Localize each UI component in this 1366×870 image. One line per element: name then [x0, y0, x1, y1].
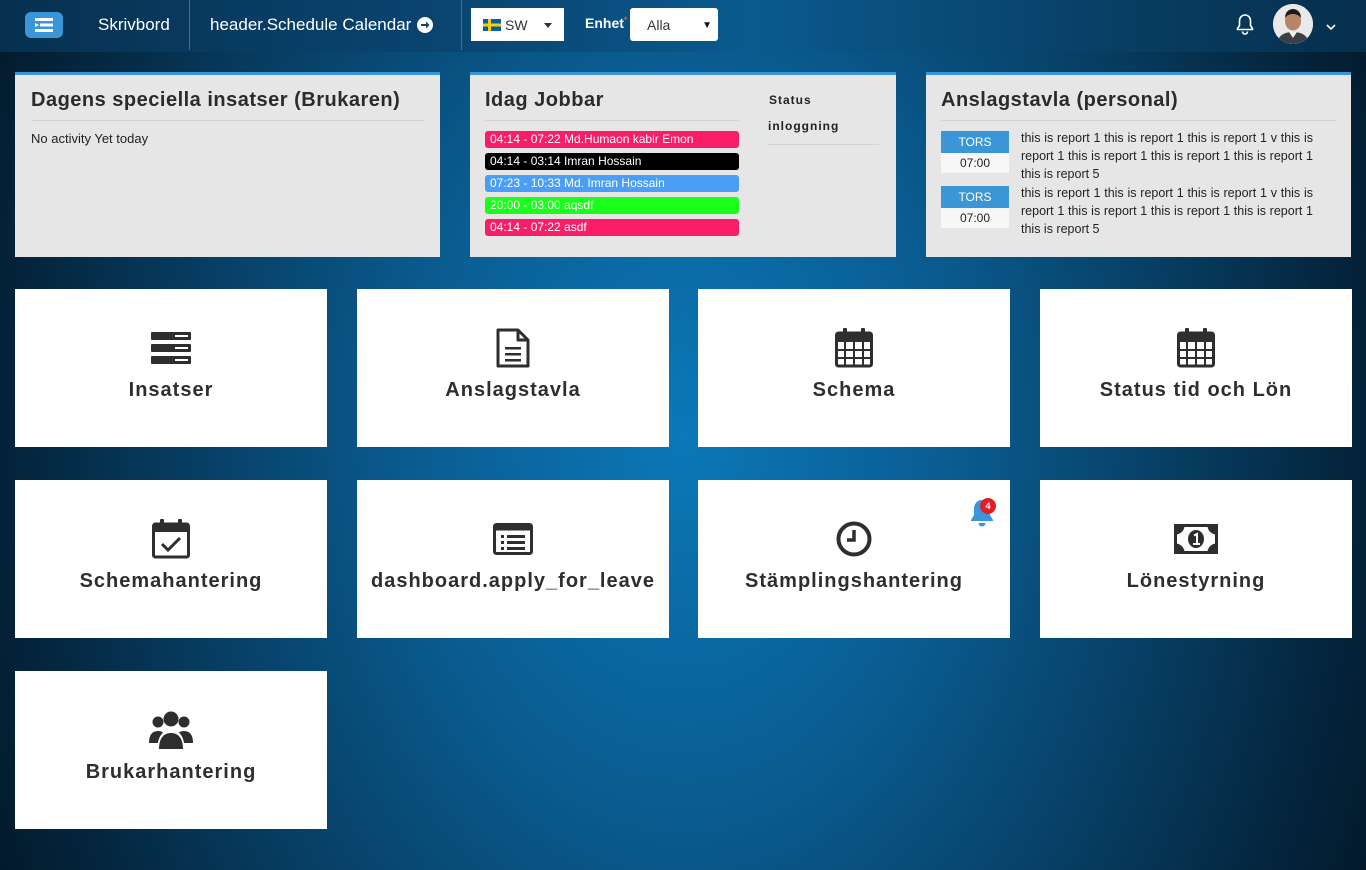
money-bill-icon	[1174, 524, 1218, 554]
clock-icon	[836, 521, 872, 557]
tile-label: dashboard.apply_for_leave	[371, 570, 655, 593]
tile-label: Schema	[813, 379, 896, 402]
chevron-down-icon	[544, 23, 552, 28]
notice-day: TORS	[941, 131, 1009, 153]
document-icon	[496, 328, 530, 368]
menu-toggle-button[interactable]	[25, 12, 63, 38]
notice-time: 07:00	[941, 208, 1009, 228]
menu-icon	[33, 17, 55, 33]
status-subheader: inloggning	[768, 119, 879, 145]
tile-label: Lönestyrning	[1127, 570, 1266, 593]
status-header: Status	[768, 93, 879, 107]
notification-indicator[interactable]: 4	[966, 496, 998, 533]
notice-text: this is report 1 this is report 1 this i…	[1021, 129, 1313, 183]
tile-label: Stämplingshantering	[745, 570, 963, 593]
notifications-button[interactable]	[1235, 13, 1255, 40]
header-divider	[461, 0, 462, 50]
notice-day: TORS	[941, 186, 1009, 208]
tile-label: Insatser	[129, 379, 214, 402]
calendar-icon	[1177, 328, 1215, 368]
server-list-icon	[151, 332, 191, 364]
notice-time: 07:00	[941, 153, 1009, 173]
working-today-panel: Idag Jobbar 04:14 - 07:22 Md.Humaon kabi…	[470, 72, 896, 257]
calendar-icon	[835, 328, 873, 368]
select-arrow-icon: ▼	[702, 20, 712, 31]
bell-icon	[1235, 13, 1255, 35]
brand-link[interactable]: Skrivbord	[98, 15, 170, 35]
unit-label: Enhet*	[585, 15, 627, 31]
list-alt-icon	[493, 523, 533, 555]
empty-state-text: No activity Yet today	[31, 131, 424, 146]
notice-item[interactable]: TORS 07:00 this is report 1 this is repo…	[941, 186, 1336, 238]
notice-date: TORS 07:00	[941, 131, 1009, 183]
shift-item[interactable]: 04:14 - 07:22 Md.Humaon kabir Emon	[485, 131, 739, 148]
unit-select[interactable]: Alla ▼	[630, 8, 718, 41]
shift-item[interactable]: 04:14 - 07:22 asdf	[485, 219, 739, 236]
tile-brukarhantering[interactable]: Brukarhantering	[15, 671, 327, 829]
panel-title: Idag Jobbar	[485, 89, 739, 121]
tile-status-tid-och-lon[interactable]: Status tid och Lön	[1040, 289, 1352, 447]
special-activities-panel: Dagens speciella insatser (Brukaren) No …	[15, 72, 440, 257]
tile-schemahantering[interactable]: Schemahantering	[15, 480, 327, 638]
header-divider	[189, 0, 190, 50]
calendar-check-icon	[152, 519, 190, 559]
users-icon	[149, 710, 193, 750]
tile-schema[interactable]: Schema	[698, 289, 1010, 447]
language-label: SW	[505, 17, 528, 33]
shift-item[interactable]: 20:00 - 03:00 aqsdf	[485, 197, 739, 214]
tile-apply-for-leave[interactable]: dashboard.apply_for_leave	[357, 480, 669, 638]
shift-item[interactable]: 07:23 - 10:33 Md. Imran Hossain	[485, 175, 739, 192]
panel-title: Anslagstavla (personal)	[941, 89, 1336, 121]
schedule-calendar-link[interactable]: header.Schedule Calendar	[210, 15, 433, 35]
chevron-down-icon	[1326, 23, 1336, 31]
tile-label: Anslagstavla	[445, 379, 580, 402]
top-navbar: Skrivbord header.Schedule Calendar SW En…	[0, 0, 1366, 52]
notice-board-panel: Anslagstavla (personal) TORS 07:00 this …	[926, 72, 1351, 257]
user-menu-toggle[interactable]	[1326, 18, 1336, 36]
shift-item[interactable]: 04:14 - 03:14 Imran Hossain	[485, 153, 739, 170]
tile-label: Brukarhantering	[86, 761, 257, 784]
tile-label: Schemahantering	[80, 570, 263, 593]
panel-title: Dagens speciella insatser (Brukaren)	[31, 89, 424, 121]
swedish-flag-icon	[483, 19, 501, 31]
tile-stamplingshantering[interactable]: 4 Stämplingshantering	[698, 480, 1010, 638]
notice-item[interactable]: TORS 07:00 this is report 1 this is repo…	[941, 131, 1336, 183]
notice-date: TORS 07:00	[941, 186, 1009, 238]
tile-lonestyrning[interactable]: Lönestyrning	[1040, 480, 1352, 638]
shift-list: 04:14 - 07:22 Md.Humaon kabir Emon 04:14…	[485, 131, 739, 236]
avatar[interactable]	[1273, 4, 1313, 44]
schedule-calendar-label: header.Schedule Calendar	[210, 15, 411, 35]
tile-insatser[interactable]: Insatser	[15, 289, 327, 447]
unit-select-value: Alla	[647, 17, 670, 33]
language-select[interactable]: SW	[471, 8, 564, 41]
tile-label: Status tid och Lön	[1100, 379, 1292, 402]
notice-text: this is report 1 this is report 1 this i…	[1021, 184, 1313, 238]
tile-anslagstavla[interactable]: Anslagstavla	[357, 289, 669, 447]
required-mark: *	[624, 15, 628, 25]
notification-badge: 4	[980, 498, 996, 514]
arrow-circle-right-icon	[417, 17, 433, 33]
